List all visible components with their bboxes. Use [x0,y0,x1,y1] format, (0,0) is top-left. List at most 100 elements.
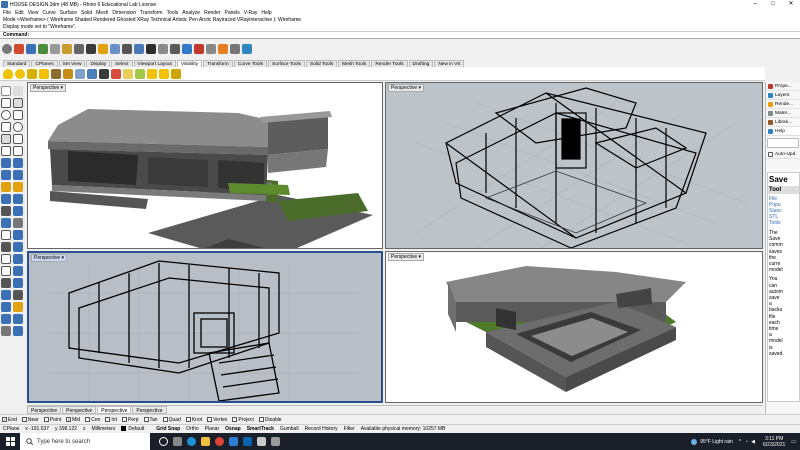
unlock-selected-icon[interactable] [75,68,85,79]
viewport-tab[interactable]: Perspective [132,406,167,414]
cplane-icon[interactable] [13,326,23,336]
units-label[interactable]: Millimeters [92,426,116,432]
menu-curve[interactable]: Curve [42,10,55,16]
viewport-label[interactable]: Perspective ▾ [30,84,67,92]
osnap-perp[interactable]: Perp [121,417,139,423]
new-file-icon[interactable] [14,44,24,54]
tab-display[interactable]: Display [86,60,111,67]
surface-icon[interactable] [1,158,11,168]
grid-snap-toggle[interactable]: Grid Snap [156,426,180,432]
render-icon[interactable] [218,44,228,54]
osnap-cen[interactable]: Cen [85,417,100,423]
layout-icon[interactable] [13,314,23,324]
polygon-icon[interactable] [1,134,11,144]
taskbar-search-box[interactable]: Type here to search [20,433,150,450]
weather-status[interactable]: 95°F Light rain [700,439,733,445]
freeform-icon[interactable] [13,134,23,144]
circle-icon[interactable] [1,110,11,120]
tab-visibility[interactable]: Visibility [176,60,203,67]
mirror-icon[interactable] [1,278,11,288]
menu-view[interactable]: View [28,10,39,16]
osnap-quad[interactable]: Quad [162,417,181,423]
viewport-top-right[interactable]: Perspective ▾ [385,82,763,249]
panel-tab-materials[interactable]: Mater... [766,109,800,118]
auto-update-checkbox[interactable]: Auto-Upd [766,150,800,159]
menu-panels[interactable]: Panels [225,10,240,16]
paste-icon[interactable] [86,44,96,54]
panel-tab-help[interactable]: Help [766,127,800,136]
filter-toggle[interactable]: Filter [344,426,355,432]
isolate-icon[interactable] [123,68,133,79]
smarttrack-toggle[interactable]: SmartTrack [247,426,274,432]
viewport-tab[interactable]: Perspective [97,406,132,414]
osnap-near[interactable]: Near [21,417,39,423]
panel-tab-libraries[interactable]: Librari... [766,118,800,127]
viewport-label[interactable]: Perspective ▾ [388,253,425,261]
clock[interactable]: 3:11 PM 6/23/2021 [763,436,785,448]
menu-surface[interactable]: Surface [60,10,77,16]
menu-render[interactable]: Render [204,10,220,16]
select-arrow-icon[interactable] [1,86,11,96]
cut-icon[interactable] [62,44,72,54]
panel-tab-properties[interactable]: Prope... [766,82,800,91]
osnap-int[interactable]: Int [105,417,117,423]
explode-icon[interactable] [1,242,11,252]
rotate-view-icon[interactable] [122,44,132,54]
osnap-mid[interactable]: ✓ Mid [66,417,80,423]
four-view-icon[interactable] [170,44,180,54]
ortho-toggle[interactable]: Ortho [186,426,199,432]
fillet-edge-icon[interactable] [1,218,11,228]
box-icon[interactable] [1,182,11,192]
tab-drafting[interactable]: Drafting [408,60,434,67]
osnap-project[interactable]: Project [232,417,254,423]
extrude-icon[interactable] [13,158,23,168]
viewport-label[interactable]: Perspective ▾ [388,84,425,92]
viewport-label[interactable]: Perspective ▾ [31,254,68,262]
hide-swap-icon[interactable] [171,68,181,79]
print-icon[interactable] [50,44,60,54]
curve-icon[interactable] [13,98,23,108]
save-icon[interactable] [38,44,48,54]
viewport-top-left[interactable]: Perspective ▾ [27,82,383,249]
taskbar-app-rhino[interactable] [254,433,268,450]
tab-standard[interactable]: Standard [3,60,31,67]
record-history-toggle[interactable]: Record History [305,426,338,432]
task-view-button[interactable] [156,433,170,450]
mesh-icon[interactable] [1,206,11,216]
swap-locked-icon[interactable] [87,68,97,79]
tab-mesh-tools[interactable]: Mesh Tools [338,60,371,67]
osnap-end[interactable]: ✓ End [2,417,17,423]
current-layer[interactable]: Default [121,426,150,432]
trim-icon[interactable] [1,230,11,240]
gumball-toggle[interactable]: Gumball [280,426,299,432]
pan-icon[interactable] [110,44,120,54]
command-input[interactable]: Command: [0,31,800,39]
mesh-tools-icon[interactable] [13,206,23,216]
array-icon[interactable] [13,278,23,288]
menu-dimension[interactable]: Dimension [112,10,136,16]
copy-icon[interactable] [74,44,84,54]
tab-select[interactable]: Select [111,60,133,67]
help-search-box[interactable] [767,138,799,148]
taskbar-app-explorer[interactable] [198,433,212,450]
maximize-button[interactable]: □ [764,0,782,9]
block-icon[interactable] [1,314,11,324]
show-points-icon[interactable] [159,68,169,79]
grid-icon[interactable] [1,326,11,336]
show-selected-icon[interactable] [27,68,37,79]
arc-icon[interactable] [13,110,23,120]
taskbar-app-chrome[interactable] [212,433,226,450]
tab-render-tools[interactable]: Render Tools [371,60,408,67]
fillet-curve-icon[interactable] [1,146,11,156]
osnap-vertex[interactable]: Vertex [207,417,227,423]
show-objects-icon[interactable] [3,68,13,79]
tab-viewport-layout[interactable]: Viewport Layout [133,60,176,67]
options-icon[interactable] [230,44,240,54]
osnap-disable[interactable]: Disable [258,417,282,423]
tab-solid-tools[interactable]: Solid Tools [306,60,338,67]
boolean-union-icon[interactable] [13,194,23,204]
taskbar-app-widgets[interactable] [170,433,184,450]
osnap-knot[interactable]: Knot [185,417,202,423]
taskbar-app-rhino-2[interactable] [268,433,282,450]
menu-mesh[interactable]: Mesh [96,10,108,16]
